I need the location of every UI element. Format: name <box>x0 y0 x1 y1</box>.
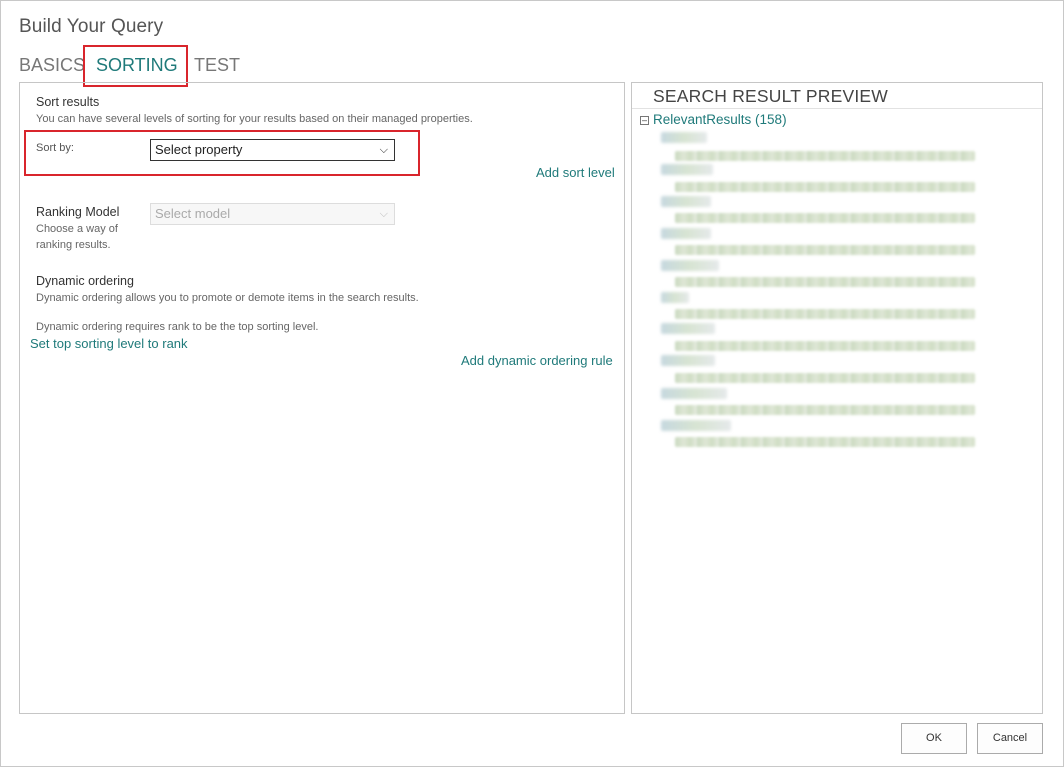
ranking-model-select: Select model ⌵ <box>150 203 395 225</box>
add-dynamic-ordering-rule-link[interactable]: Add dynamic ordering rule <box>461 353 613 368</box>
preview-result-desc-blurred <box>675 373 975 383</box>
sort-by-label: Sort by: <box>36 142 74 154</box>
dialog-title: Build Your Query <box>19 16 164 37</box>
sort-by-select-value: Select property <box>155 142 243 157</box>
preview-result-title-blurred <box>661 388 727 399</box>
ok-button[interactable]: OK <box>901 723 967 754</box>
collapse-minus-icon[interactable]: – <box>640 116 649 125</box>
ranking-model-select-value: Select model <box>155 206 231 221</box>
preview-result-desc-blurred <box>675 277 975 287</box>
preview-result-title-blurred <box>661 196 711 207</box>
preview-result-title-blurred <box>661 323 715 334</box>
preview-title: SEARCH RESULT PREVIEW <box>653 86 888 106</box>
preview-result-desc-blurred <box>675 182 975 192</box>
preview-result-desc-blurred <box>675 245 975 255</box>
set-top-sorting-level-link[interactable]: Set top sorting level to rank <box>30 336 188 351</box>
sort-by-select[interactable]: Select property ⌵ <box>150 139 395 161</box>
ranking-model-description-2: ranking results. <box>36 239 111 251</box>
preview-result-desc-blurred <box>675 309 975 319</box>
preview-result-title-blurred <box>661 355 715 366</box>
chevron-down-icon: ⌵ <box>379 208 388 220</box>
tab-highlight-box <box>83 45 188 87</box>
ranking-model-heading: Ranking Model <box>36 205 120 219</box>
dynamic-ordering-heading: Dynamic ordering <box>36 274 134 288</box>
tab-basics[interactable]: BASICS <box>19 55 85 76</box>
sort-results-description: You can have several levels of sorting f… <box>36 113 473 125</box>
preview-result-desc-blurred <box>675 341 975 351</box>
preview-result-title-blurred <box>661 420 731 431</box>
dynamic-ordering-requirement: Dynamic ordering requires rank to be the… <box>36 321 319 333</box>
preview-root-node[interactable]: RelevantResults (158) <box>653 112 787 127</box>
preview-divider <box>632 108 1042 109</box>
sort-results-heading: Sort results <box>36 95 100 109</box>
sorting-panel <box>19 82 625 714</box>
preview-result-desc-blurred <box>675 405 975 415</box>
preview-result-title-blurred <box>661 228 711 239</box>
preview-result-desc-blurred <box>675 151 975 161</box>
tab-test[interactable]: TEST <box>194 55 240 76</box>
preview-result-title-blurred <box>661 164 713 175</box>
preview-result-desc-blurred <box>675 437 975 447</box>
preview-result-desc-blurred <box>675 213 975 223</box>
preview-result-title-blurred <box>661 260 719 271</box>
chevron-down-icon: ⌵ <box>379 144 388 156</box>
add-sort-level-link[interactable]: Add sort level <box>536 165 615 180</box>
cancel-button[interactable]: Cancel <box>977 723 1043 754</box>
dynamic-ordering-description: Dynamic ordering allows you to promote o… <box>36 292 419 304</box>
preview-result-title-blurred <box>661 292 689 303</box>
preview-result-title-blurred <box>661 132 707 143</box>
ranking-model-description-1: Choose a way of <box>36 223 118 235</box>
